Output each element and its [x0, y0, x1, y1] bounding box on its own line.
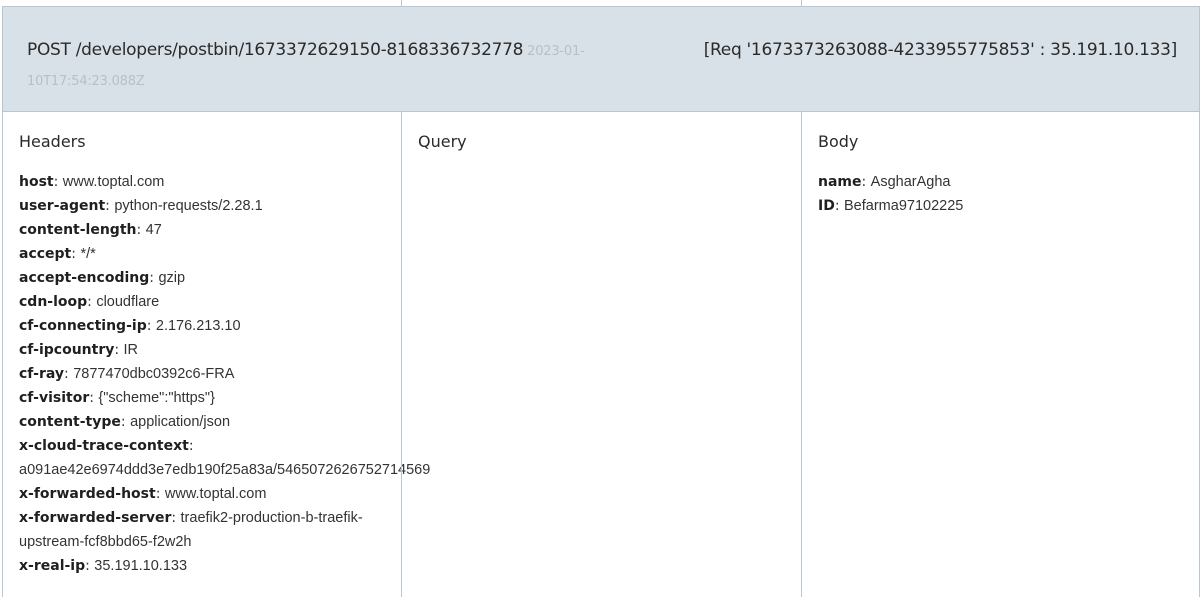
- key-separator: :: [861, 174, 871, 190]
- headers-row: x-forwarded-host: www.toptal.com: [19, 482, 385, 506]
- headers-title: Headers: [19, 132, 86, 151]
- headers-row: cf-connecting-ip: 2.176.213.10: [19, 314, 385, 338]
- headers-column: Headers host: www.toptal.com user-agent: …: [2, 112, 430, 597]
- headers-row: cf-visitor: {"scheme":"https"}: [19, 386, 385, 410]
- key-separator: :: [188, 438, 194, 454]
- query-title: Query: [418, 132, 467, 151]
- headers-row: cf-ipcountry: IR: [19, 338, 385, 362]
- key-separator: :: [155, 486, 165, 502]
- headers-row: cf-ray: 7877470dbc0392c6-FRA: [19, 362, 385, 386]
- headers-key: cf-connecting-ip: [19, 318, 147, 334]
- headers-key: content-length: [19, 222, 137, 238]
- key-separator: :: [171, 510, 181, 526]
- headers-key: host: [19, 174, 54, 190]
- headers-row: x-forwarded-server: traefik2-production-…: [19, 506, 385, 554]
- key-separator: :: [136, 222, 146, 238]
- headers-key: x-forwarded-server: [19, 510, 172, 526]
- headers-row: accept: */*: [19, 242, 385, 266]
- headers-row: x-real-ip: 35.191.10.133: [19, 554, 385, 578]
- headers-value: 7877470dbc0392c6-FRA: [73, 366, 235, 382]
- body-value: Befarma97102225: [844, 198, 964, 214]
- headers-row: user-agent: python-requests/2.28.1: [19, 194, 385, 218]
- key-separator: :: [114, 342, 124, 358]
- headers-key: cf-visitor: [19, 390, 90, 406]
- headers-value: cloudflare: [96, 294, 160, 310]
- headers-key: accept: [19, 246, 72, 262]
- headers-value: gzip: [158, 270, 186, 286]
- headers-value: www.toptal.com: [164, 486, 267, 502]
- request-details: Headers host: www.toptal.com user-agent: …: [2, 112, 1200, 597]
- query-column: Query: [401, 112, 801, 597]
- headers-key: x-cloud-trace-context: [19, 438, 189, 454]
- headers-value: www.toptal.com: [62, 174, 165, 190]
- request-id: [Req '1673373263088-4233955775853' : 35.…: [703, 40, 1178, 60]
- request-method-path: POST /developers/postbin/1673372629150-8…: [27, 40, 524, 60]
- body-list: name: AsgharAgha ID: Befarma97102225: [818, 170, 1183, 218]
- headers-value: IR: [123, 342, 139, 358]
- body-row: ID: Befarma97102225: [818, 194, 1183, 218]
- headers-row: x-cloud-trace-context: a091ae42e6974ddd3…: [19, 434, 430, 482]
- headers-row: host: www.toptal.com: [19, 170, 385, 194]
- key-separator: :: [120, 414, 131, 430]
- headers-key: x-real-ip: [19, 558, 86, 574]
- body-key: ID: [818, 198, 835, 214]
- headers-key: x-forwarded-host: [19, 486, 156, 502]
- request-header: POST /developers/postbin/1673372629150-8…: [2, 6, 1200, 112]
- headers-key: content-type: [19, 414, 121, 430]
- headers-value: a091ae42e6974ddd3e7edb190f25a83a/5465072…: [19, 462, 431, 478]
- headers-key: cdn-loop: [19, 294, 88, 310]
- headers-row: accept-encoding: gzip: [19, 266, 385, 290]
- headers-value: python-requests/2.28.1: [114, 198, 263, 214]
- headers-value: 35.191.10.133: [94, 558, 188, 574]
- headers-key: user-agent: [19, 198, 106, 214]
- key-separator: :: [834, 198, 845, 214]
- headers-key: cf-ray: [19, 366, 65, 382]
- key-separator: :: [64, 366, 74, 382]
- headers-row: content-length: 47: [19, 218, 385, 242]
- headers-key: cf-ipcountry: [19, 342, 115, 358]
- request-line: POST /developers/postbin/1673372629150-8…: [27, 36, 627, 96]
- headers-value: */*: [80, 246, 96, 262]
- key-separator: :: [53, 174, 63, 190]
- headers-value: 2.176.213.10: [155, 318, 241, 334]
- headers-row: content-type: application/json: [19, 410, 385, 434]
- body-column: Body name: AsgharAgha ID: Befarma97102225: [801, 112, 1200, 597]
- headers-value: {"scheme":"https"}: [98, 390, 215, 406]
- headers-key: accept-encoding: [19, 270, 150, 286]
- key-separator: :: [146, 318, 156, 334]
- headers-list: host: www.toptal.com user-agent: python-r…: [19, 170, 430, 578]
- headers-value: application/json: [130, 414, 231, 430]
- key-separator: :: [85, 558, 95, 574]
- key-separator: :: [105, 198, 115, 214]
- key-separator: :: [87, 294, 97, 310]
- headers-row: cdn-loop: cloudflare: [19, 290, 385, 314]
- body-value: AsgharAgha: [870, 174, 951, 190]
- headers-value: 47: [145, 222, 162, 238]
- body-row: name: AsgharAgha: [818, 170, 1183, 194]
- body-title: Body: [818, 132, 859, 151]
- body-key: name: [818, 174, 862, 190]
